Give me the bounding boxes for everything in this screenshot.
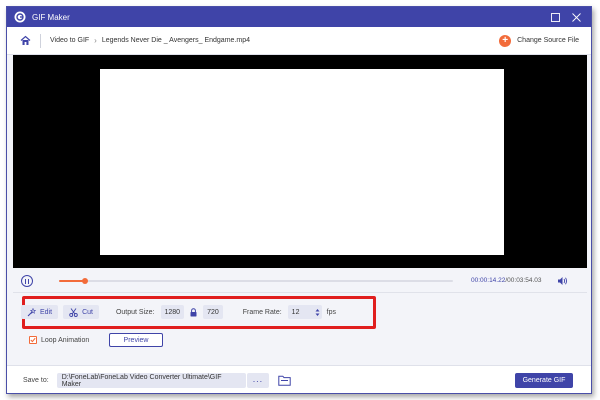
generate-gif-label: Generate GIF bbox=[522, 377, 566, 384]
loop-animation-option[interactable]: Loop Animation bbox=[29, 333, 89, 347]
generate-gif-button[interactable]: Generate GIF bbox=[515, 373, 573, 388]
timecode: 00:00:14.22/00:03:54.03 bbox=[471, 277, 542, 284]
breadcrumb-section[interactable]: Video to GIF bbox=[50, 37, 89, 44]
change-source-button[interactable]: + Change Source File bbox=[499, 34, 579, 47]
more-dots-icon: ··· bbox=[252, 375, 263, 386]
progress-bar[interactable] bbox=[59, 278, 453, 284]
folder-icon[interactable] bbox=[277, 375, 291, 386]
window-controls bbox=[551, 12, 581, 22]
total-time: 00:03:54.03 bbox=[507, 277, 542, 284]
frame-rate-value: 12 bbox=[291, 308, 300, 316]
breadcrumb: Video to GIF › Legends Never Die _ Aveng… bbox=[7, 27, 591, 55]
player-controls: 00:00:14.22/00:03:54.03 bbox=[7, 270, 591, 292]
save-path-field[interactable]: D:\FoneLab\FoneLab Video Converter Ultim… bbox=[56, 373, 246, 388]
check-icon bbox=[30, 337, 36, 343]
browse-path-button[interactable]: ··· bbox=[246, 373, 269, 388]
title-bar: GIF Maker bbox=[7, 7, 591, 27]
fps-label: fps bbox=[326, 308, 337, 316]
video-frame bbox=[100, 69, 504, 255]
gif-maker-window: GIF Maker Video to GIF › Legends Never D bbox=[6, 6, 592, 394]
preview-button[interactable]: Preview bbox=[109, 333, 163, 347]
output-height-value: 720 bbox=[207, 308, 219, 316]
frame-rate-field[interactable]: 12 bbox=[287, 305, 322, 319]
video-preview[interactable] bbox=[13, 55, 587, 268]
breadcrumb-file: Legends Never Die _ Avengers_ Endgame.mp… bbox=[101, 37, 250, 44]
output-height-field[interactable]: 720 bbox=[203, 305, 223, 319]
cut-button[interactable]: Cut bbox=[63, 305, 99, 319]
edit-label: Edit bbox=[40, 308, 53, 316]
window-title: GIF Maker bbox=[32, 12, 70, 22]
divider bbox=[13, 292, 587, 293]
chevron-right-icon: › bbox=[94, 36, 97, 45]
edit-button[interactable]: Edit bbox=[21, 305, 59, 319]
app-logo-icon bbox=[14, 11, 26, 23]
scissors-icon bbox=[69, 307, 78, 317]
change-source-label: Change Source File bbox=[517, 37, 579, 44]
current-time: 00:00:14.22 bbox=[471, 277, 506, 284]
loop-label: Loop Animation bbox=[41, 336, 90, 344]
breadcrumb-divider bbox=[40, 33, 41, 48]
stepper-icon[interactable] bbox=[315, 308, 320, 317]
magic-wand-icon bbox=[27, 307, 36, 316]
save-to-label: Save to: bbox=[23, 377, 49, 384]
output-size-label: Output Size: bbox=[115, 308, 155, 316]
loop-checkbox[interactable] bbox=[29, 336, 37, 344]
pause-button[interactable] bbox=[21, 275, 33, 287]
minimize-icon[interactable] bbox=[551, 12, 560, 22]
close-icon[interactable] bbox=[572, 12, 581, 22]
gif-settings-row: Edit Cut Output Size: 1280 720 Frame Rat… bbox=[21, 301, 336, 323]
footer-bar: Save to: D:\FoneLab\FoneLab Video Conver… bbox=[7, 365, 591, 393]
screenshot-frame: GIF Maker Video to GIF › Legends Never D bbox=[0, 0, 600, 400]
cut-label: Cut bbox=[82, 308, 93, 316]
frame-rate-label: Frame Rate: bbox=[242, 308, 282, 316]
volume-icon[interactable] bbox=[557, 276, 568, 286]
save-path-value: D:\FoneLab\FoneLab Video Converter Ultim… bbox=[61, 373, 222, 388]
preview-label: Preview bbox=[123, 336, 149, 344]
plus-circle-icon: + bbox=[499, 34, 512, 47]
progress-handle[interactable] bbox=[82, 278, 88, 284]
pause-icon bbox=[24, 278, 27, 284]
output-width-field[interactable]: 1280 bbox=[160, 305, 185, 319]
output-width-value: 1280 bbox=[164, 308, 181, 316]
home-icon[interactable] bbox=[20, 35, 31, 46]
lock-icon[interactable] bbox=[190, 307, 197, 317]
